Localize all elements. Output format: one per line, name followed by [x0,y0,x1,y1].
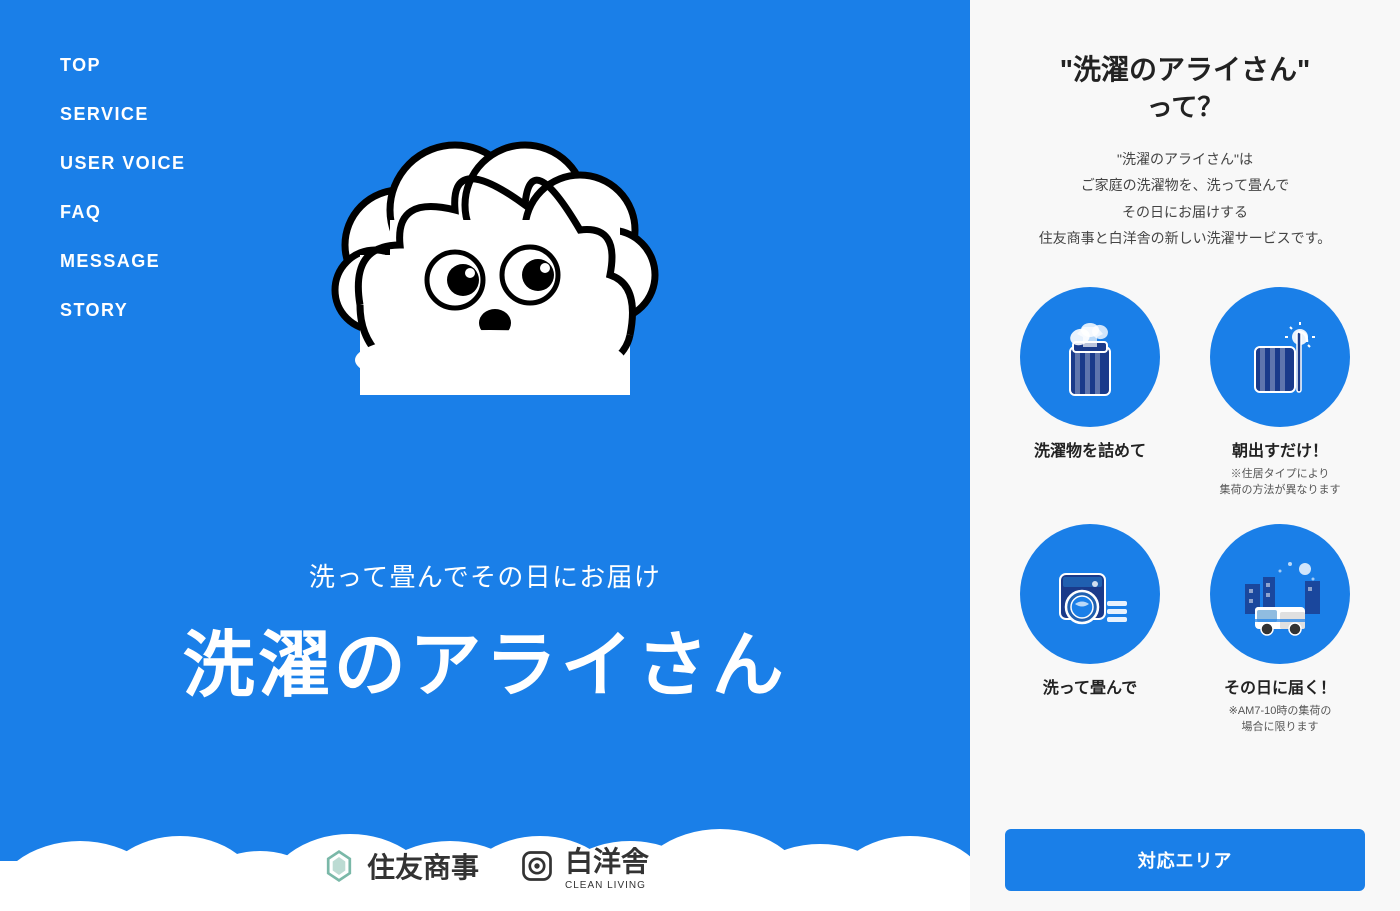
nav-item-faq[interactable]: FAQ [60,202,185,223]
icon-item-delivery: その日に届く！ ※AM7-10時の集荷の場合に限ります [1195,524,1365,736]
mascot [300,60,680,440]
brand-sumitomo: 住友商事 [321,846,479,886]
right-panel: "洗濯のアライさん" って？ "洗濯のアライさん"はご家庭の洗濯物を、洗って畳ん… [970,0,1400,911]
brand-hakuyosha-name: 白洋舎 [565,846,649,877]
icon-circle-laundry-bag [1020,287,1160,427]
icon-circle-wash-fold [1020,524,1160,664]
icon-sublabel-4: ※AM7-10時の集荷の場合に限ります [1229,703,1332,736]
brand-sumitomo-name: 住友商事 [367,846,479,886]
nav-item-message[interactable]: MESSAGE [60,251,185,272]
section-title: "洗濯のアライさん" って？ [1005,50,1365,126]
icon-item-morning-pickup: 朝出すだけ！ ※住居タイプにより集荷の方法が異なります [1195,287,1365,499]
nav-item-user-voice[interactable]: USER VOICE [60,153,185,174]
hero-subtitle: 洗って畳んでその日にお届け [0,557,970,594]
brand-footer: 住友商事 白洋舎 CLEAN LIVING [0,840,970,891]
section-title-line2: って？ [1147,92,1224,122]
brand-hakuyosha: 白洋舎 CLEAN LIVING [519,840,649,891]
section-desc: "洗濯のアライさん"はご家庭の洗濯物を、洗って畳んでその日にお届けする住友商事と… [1005,146,1365,252]
icon-item-wash-fold: 洗って畳んで [1005,524,1175,736]
icon-circle-delivery [1210,524,1350,664]
icon-label-2: 朝出すだけ！ [1232,437,1328,461]
icons-grid: 洗濯物を詰めて [1005,287,1365,736]
icon-sublabel-2: ※住居タイプにより集荷の方法が異なります [1220,466,1341,499]
icon-circle-morning-pickup [1210,287,1350,427]
hero-title: 洗濯のアライさん [0,606,970,711]
left-panel: TOP SERVICE USER VOICE FAQ MESSAGE STORY [0,0,970,911]
icon-label-1: 洗濯物を詰めて [1034,437,1146,461]
icon-label-3: 洗って畳んで [1043,674,1137,698]
brand-hakuyosha-sub: CLEAN LIVING [565,880,649,891]
bottom-button[interactable]: 対応エリア [1005,829,1365,891]
icon-item-laundry-bag: 洗濯物を詰めて [1005,287,1175,499]
nav-item-story[interactable]: STORY [60,300,185,321]
nav-menu: TOP SERVICE USER VOICE FAQ MESSAGE STORY [60,55,185,321]
nav-item-top[interactable]: TOP [60,55,185,76]
nav-item-service[interactable]: SERVICE [60,104,185,125]
icon-label-4: その日に届く！ [1224,674,1336,698]
hero-text-area: 洗って畳んでその日にお届け 洗濯のアライさん [0,557,970,711]
section-title-line1: "洗濯のアライさん" [1060,54,1311,85]
